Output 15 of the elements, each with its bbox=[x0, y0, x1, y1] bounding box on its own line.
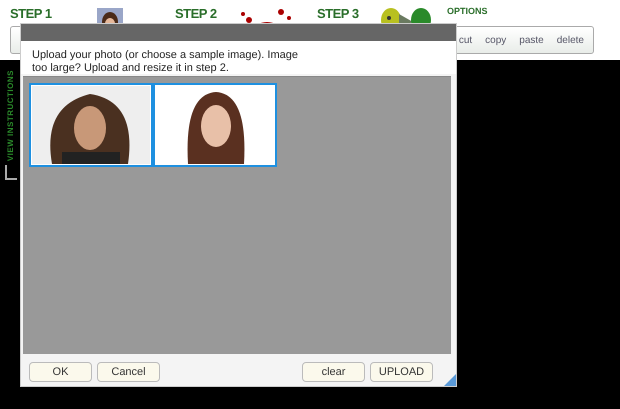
dialog-message: Upload your photo (or choose a sample image). Image too large? Upload and resize it in step 2. bbox=[21, 41, 456, 74]
dialog-button[interactable]: Cancel bbox=[97, 362, 160, 382]
options-link[interactable]: OPTIONS bbox=[447, 6, 488, 16]
resize-grip-icon[interactable] bbox=[444, 374, 456, 386]
toolbar-button[interactable]: copy bbox=[485, 34, 506, 46]
toolbar-button[interactable]: cut bbox=[458, 34, 472, 46]
dialog-button[interactable]: UPLOAD bbox=[370, 362, 433, 382]
toolbar-button[interactable]: paste bbox=[519, 34, 544, 46]
view-instructions-label[interactable]: VIEW INSTRUCTIONS bbox=[6, 70, 14, 162]
step-label[interactable]: STEP 3 bbox=[317, 6, 379, 21]
dialog-button[interactable]: OK bbox=[29, 362, 92, 382]
step-label[interactable]: STEP 1 bbox=[10, 6, 95, 21]
toolbar-button[interactable]: delete bbox=[556, 34, 584, 46]
dialog-button[interactable]: clear bbox=[302, 362, 365, 382]
step-label[interactable]: STEP 2 bbox=[175, 6, 237, 21]
